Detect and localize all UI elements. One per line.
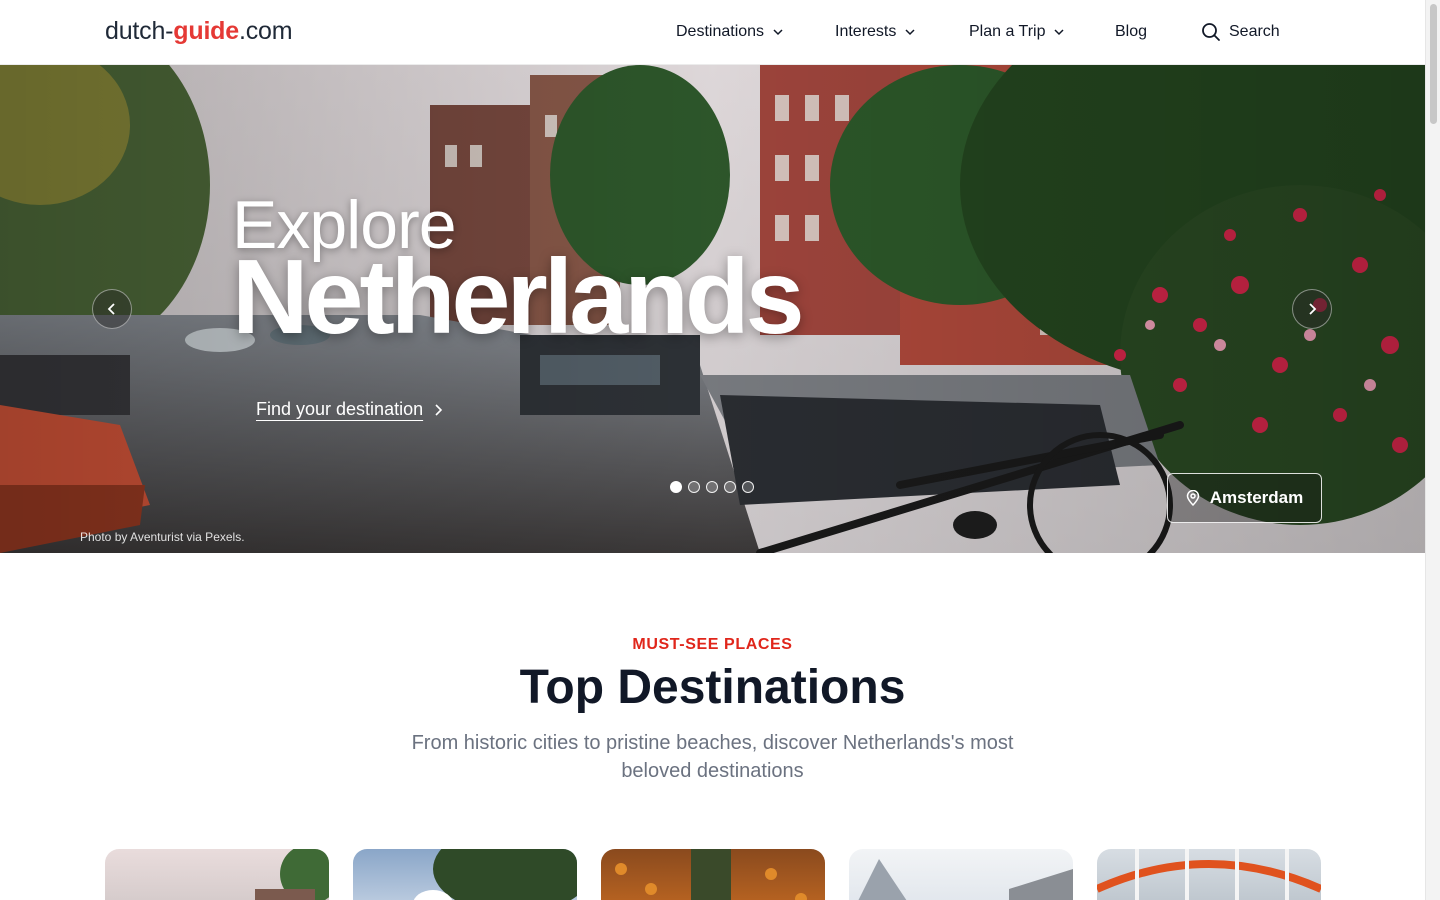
search-icon [1202,23,1220,41]
carousel-prev-button[interactable] [92,289,132,329]
destination-card[interactable] [601,849,825,900]
chevron-down-icon [1054,29,1065,36]
section-subtitle: From historic cities to pristine beaches… [411,732,1014,782]
carousel-dots [670,481,754,493]
chevron-right-icon [1309,303,1317,315]
chevron-down-icon [773,29,783,36]
search-label: Search [1229,23,1280,40]
section-kicker: MUST-SEE PLACES [632,636,793,653]
nav-interests[interactable]: Interests [835,23,916,41]
destination-card[interactable] [849,849,1073,900]
carousel-dot[interactable] [742,481,754,493]
find-destination-label: Find your destination [256,399,424,419]
map-pin-icon [1186,490,1199,506]
chevron-right-icon [435,403,443,416]
destination-image [615,849,807,900]
destination-card[interactable] [105,849,329,900]
find-destination-link[interactable]: Find your destination [256,399,445,420]
destination-card[interactable] [1097,849,1321,900]
carousel-dot[interactable] [724,481,736,493]
carousel-dot[interactable] [706,481,718,493]
page-scrollbar[interactable] [1425,0,1440,900]
destination-image [413,849,577,900]
logo-accent: guide [173,17,239,45]
chevron-down-icon [905,29,915,36]
nav-blog-label: Blog [1115,23,1148,40]
carousel-dot[interactable] [670,481,682,493]
search-button[interactable]: Search [1201,22,1280,42]
nav-interests-label: Interests [835,23,897,40]
destination-image [858,859,1073,900]
nav-plan-a-trip[interactable]: Plan a Trip [969,23,1065,41]
location-name: Amsterdam [1209,488,1304,507]
nav-plan-a-trip-label: Plan a Trip [969,23,1046,40]
chevron-left-icon [107,303,115,315]
carousel-next-button[interactable] [1292,289,1332,329]
destination-image [255,849,329,900]
scrollbar-thumb[interactable] [1430,4,1437,124]
section-title: Top Destinations [519,661,906,714]
hero-title: Netherlands [232,238,805,356]
location-badge[interactable]: Amsterdam [1167,473,1322,523]
nav-destinations-label: Destinations [676,23,765,40]
nav-destinations[interactable]: Destinations [676,23,784,41]
destination-card[interactable] [353,849,577,900]
destination-image [1097,849,1321,900]
logo-prefix: dutch- [105,17,174,45]
site-header: dutch-guide.com Destinations Interests P… [0,0,1425,65]
carousel-dot[interactable] [688,481,700,493]
logo-suffix: .com [238,17,293,45]
photo-credit: Photo by Aventurist via Pexels. [80,530,245,544]
nav-blog[interactable]: Blog [1115,23,1147,41]
site-logo[interactable]: dutch-guide.com [105,17,293,46]
hero-carousel: Explore Netherlands Find your destinatio… [0,65,1425,553]
